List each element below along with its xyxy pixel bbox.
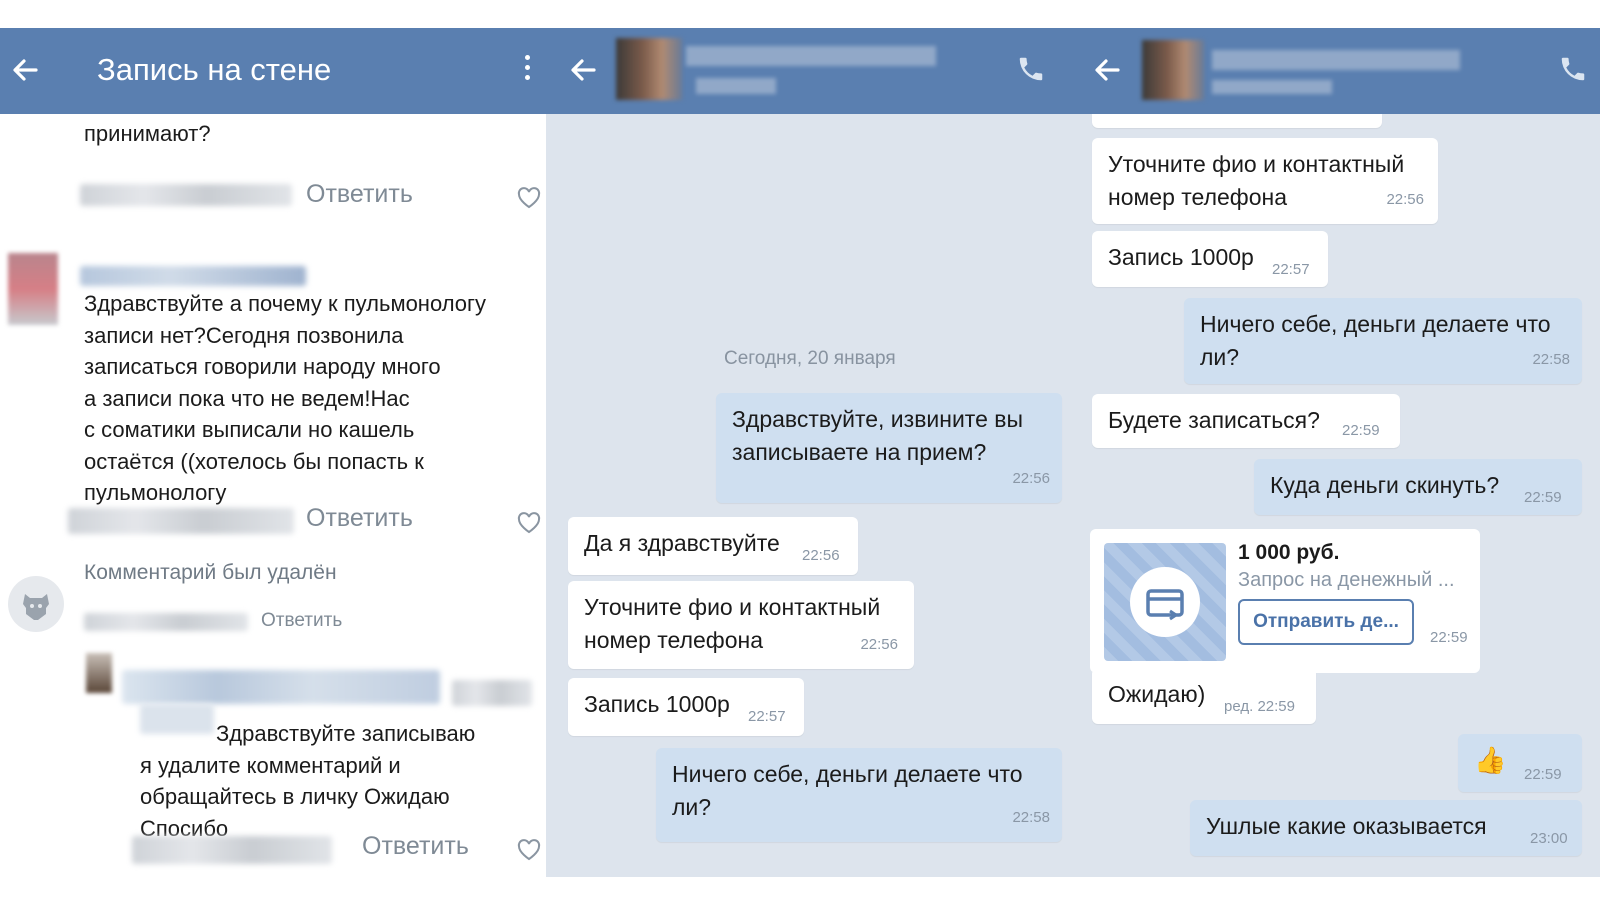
message-time: 22:57	[1272, 261, 1310, 278]
chat-header	[1074, 28, 1600, 114]
blurred-author-name[interactable]	[80, 266, 306, 286]
credit-card-icon	[1130, 567, 1200, 637]
message-incoming-partial	[1092, 114, 1382, 128]
reply-link[interactable]: Ответить	[306, 180, 413, 209]
message-outgoing[interactable]: Ушлые какие оказывается 23:00	[1190, 800, 1582, 856]
screenshot-collage: Запись на стене принимают? Ответить Здра…	[0, 0, 1600, 899]
heart-icon[interactable]	[516, 186, 542, 210]
message-incoming[interactable]: Уточните фио и контактный номер телефона…	[568, 581, 914, 669]
phone-icon[interactable]	[1016, 54, 1048, 86]
message-time: 22:59	[1524, 766, 1562, 783]
send-money-button[interactable]: Отправить де...	[1238, 599, 1414, 645]
back-arrow-icon[interactable]	[1088, 50, 1128, 90]
message-time: 22:59	[1430, 629, 1468, 646]
blurred-contact-status	[1212, 80, 1332, 94]
message-outgoing[interactable]: Здравствуйте, извините вы записываете на…	[716, 393, 1062, 503]
deleted-user-avatar	[8, 576, 64, 632]
message-incoming[interactable]: Будете записаться? 22:59	[1092, 394, 1400, 448]
blurred-contact-name[interactable]	[1212, 50, 1460, 70]
message-incoming[interactable]: Уточните фио и контактный номер телефона…	[1092, 138, 1438, 224]
money-request-thumbnail	[1104, 543, 1226, 661]
chat-panel-1: Сегодня, 20 января Здравствуйте, извинит…	[546, 28, 1074, 877]
reply-link[interactable]: Ответить	[261, 610, 342, 632]
more-menu-icon[interactable]	[520, 52, 534, 88]
message-time: ред. 22:59	[1224, 698, 1295, 715]
message-outgoing[interactable]: Ничего себе, деньги делаете что ли? 22:5…	[1184, 298, 1582, 384]
message-outgoing[interactable]: Ничего себе, деньги делаете что ли? 22:5…	[656, 748, 1062, 842]
blurred-timestamp	[84, 613, 248, 631]
comment-text: Здравствуйте записываю я удалите коммент…	[140, 721, 476, 841]
message-time: 22:59	[1524, 489, 1562, 506]
deleted-comment-label: Комментарий был удалён	[84, 561, 337, 584]
reply-link[interactable]: Ответить	[306, 504, 413, 533]
blurred-contact-name[interactable]	[686, 46, 936, 66]
money-request-card[interactable]: 1 000 руб. Запрос на денежный ... Отправ…	[1090, 529, 1480, 673]
blurred-author-name[interactable]	[122, 670, 440, 704]
heart-icon[interactable]	[516, 838, 542, 862]
message-incoming[interactable]: Да я здравствуйте 22:56	[568, 517, 858, 575]
message-outgoing[interactable]: Куда деньги скинуть? 22:59	[1254, 459, 1582, 515]
payment-amount: 1 000 руб.	[1238, 541, 1340, 564]
message-incoming[interactable]: Ожидаю) ред. 22:59	[1092, 668, 1316, 724]
contact-avatar[interactable]	[1142, 40, 1204, 100]
blurred-contact-status	[696, 78, 776, 94]
dog-icon	[23, 594, 49, 620]
message-time: 22:56	[1386, 191, 1424, 208]
message-time: 22:59	[1342, 422, 1380, 439]
back-arrow-icon[interactable]	[6, 50, 46, 90]
blurred-timestamp	[452, 680, 532, 706]
wall-header: Запись на стене	[0, 28, 546, 114]
page-title: Запись на стене	[97, 52, 332, 87]
message-incoming[interactable]: Запись 1000р 22:57	[1092, 231, 1328, 287]
blurred-timestamp	[68, 508, 294, 534]
heart-icon[interactable]	[516, 511, 542, 535]
message-time: 22:56	[802, 547, 840, 564]
message-time: 23:00	[1530, 830, 1568, 847]
blurred-timestamp	[132, 836, 332, 864]
contact-avatar[interactable]	[616, 38, 682, 100]
phone-icon[interactable]	[1558, 54, 1590, 86]
blurred-timestamp	[80, 184, 292, 206]
avatar[interactable]	[8, 253, 58, 325]
reply-link[interactable]: Ответить	[362, 832, 469, 861]
chat-panel-2: Уточните фио и контактный номер телефона…	[1074, 28, 1600, 877]
message-time: 22:57	[748, 708, 786, 725]
avatar[interactable]	[86, 653, 112, 693]
comment-text: Здравствуйте а почему к пульмонологу зап…	[84, 291, 487, 505]
date-separator: Сегодня, 20 января	[724, 348, 896, 369]
message-time: 22:58	[1532, 351, 1570, 368]
message-time: 22:58	[1012, 809, 1050, 826]
message-time: 22:56	[860, 636, 898, 653]
wall-post-panel: Запись на стене принимают? Ответить Здра…	[0, 28, 546, 877]
message-time: 22:56	[1012, 470, 1050, 487]
comment-text: принимают?	[84, 121, 211, 146]
chat-header	[546, 28, 1074, 114]
message-outgoing[interactable]: 👍 22:59	[1458, 734, 1582, 792]
payment-description: Запрос на денежный ...	[1238, 569, 1455, 591]
message-incoming[interactable]: Запись 1000р 22:57	[568, 678, 804, 736]
back-arrow-icon[interactable]	[564, 50, 604, 90]
